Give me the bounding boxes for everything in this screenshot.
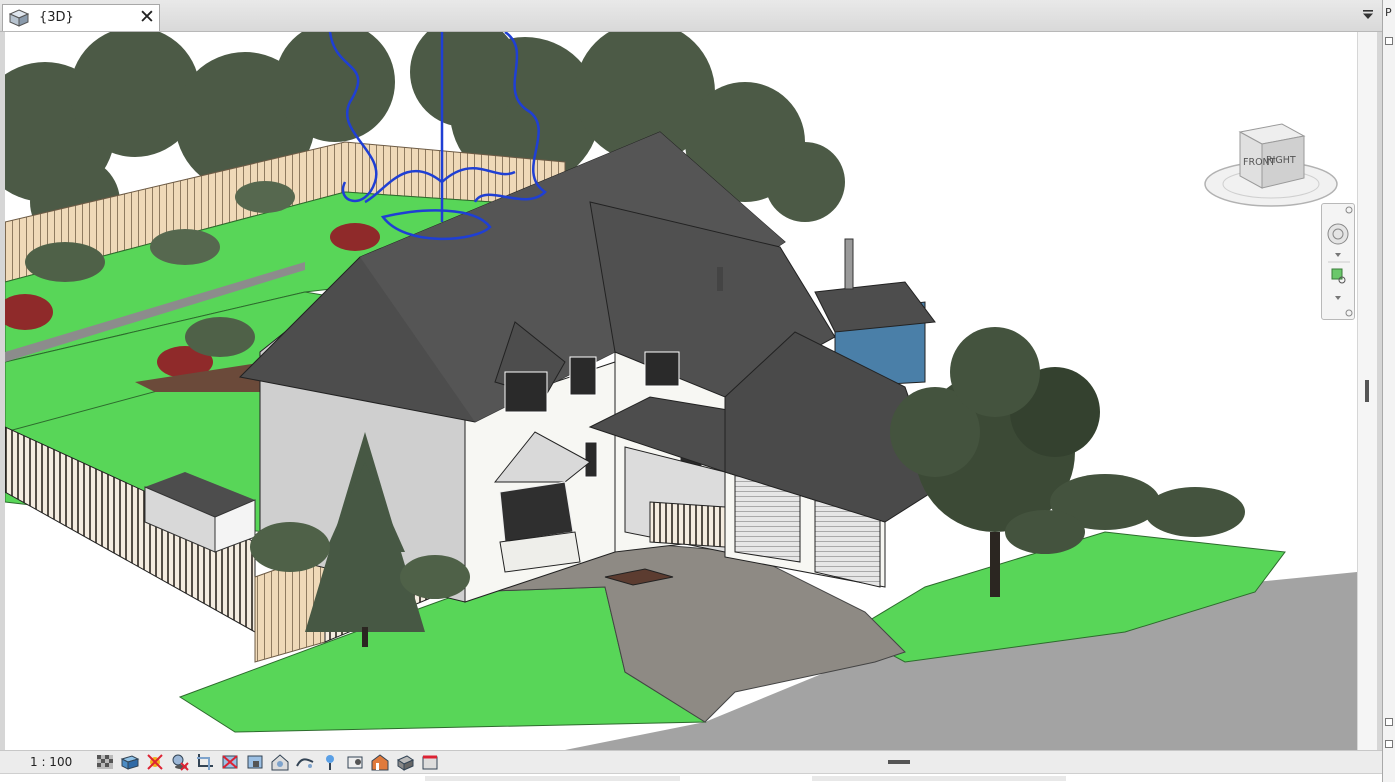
view-tab-bar: {3D} ✕ (0, 0, 1382, 32)
worksharing-display-icon[interactable] (420, 752, 440, 772)
tab-dropdown-icon[interactable] (1362, 9, 1374, 21)
shrub (400, 555, 470, 599)
reveal-constraints-icon[interactable] (320, 752, 340, 772)
scrollbar-thumb[interactable] (1365, 380, 1369, 402)
shadows-icon[interactable] (170, 752, 190, 772)
detail-level-icon[interactable] (95, 752, 115, 772)
viewcube-right-label: RIGHT (1266, 155, 1296, 166)
divider (425, 776, 680, 781)
show-rendering-dialog-icon[interactable] (395, 752, 415, 772)
properties-panel-edge[interactable]: P (1382, 0, 1395, 782)
bay-window (499, 481, 574, 543)
chimney (844, 238, 854, 290)
close-icon (1345, 206, 1353, 214)
view-scale[interactable]: 1 : 100 (30, 755, 72, 769)
shrub (250, 522, 330, 572)
options-icon (1345, 309, 1353, 317)
unlock-3d-view-icon[interactable] (245, 752, 265, 772)
porch-railing (649, 501, 726, 548)
panel-letter: P (1385, 6, 1392, 19)
collapse-icon[interactable] (1385, 718, 1393, 726)
chevron-down-icon (1335, 296, 1341, 300)
view-control-bar: 1 : 100 (0, 750, 1382, 773)
crop-view-icon[interactable] (195, 752, 215, 772)
bottom-edge (0, 773, 1382, 782)
roof-vent (717, 267, 723, 291)
show-crop-region-icon[interactable] (220, 752, 240, 772)
3d-viewport[interactable]: FRONT RIGHT (5, 32, 1357, 750)
navigation-bar-icons (1327, 206, 1353, 317)
tab-label: {3D} (39, 10, 74, 25)
3d-view-icon (9, 9, 29, 27)
close-tab-icon[interactable]: ✕ (139, 6, 155, 28)
temporary-hide-isolate-icon[interactable] (270, 752, 290, 772)
visual-style-icon[interactable] (120, 752, 140, 772)
viewcube[interactable]: FRONT RIGHT (1200, 118, 1342, 214)
chevron-down-icon (1335, 253, 1341, 257)
tab-3d-view[interactable]: {3D} ✕ (2, 4, 160, 31)
3d-house-model[interactable] (5, 32, 1357, 750)
vertical-scrollbar[interactable] (1358, 32, 1377, 750)
sun-path-icon[interactable] (145, 752, 165, 772)
reveal-hidden-elements-icon[interactable] (295, 752, 315, 772)
collapse-icon[interactable] (1385, 740, 1393, 748)
highlight-displacement-icon[interactable] (370, 752, 390, 772)
collapse-icon[interactable] (1385, 37, 1393, 45)
analytical-model-icon[interactable] (345, 752, 365, 772)
divider (812, 776, 1066, 781)
horizontal-scrollbar-thumb[interactable] (888, 760, 910, 764)
steering-wheel-icon (1327, 223, 1349, 245)
navigation-bar (1321, 203, 1355, 320)
